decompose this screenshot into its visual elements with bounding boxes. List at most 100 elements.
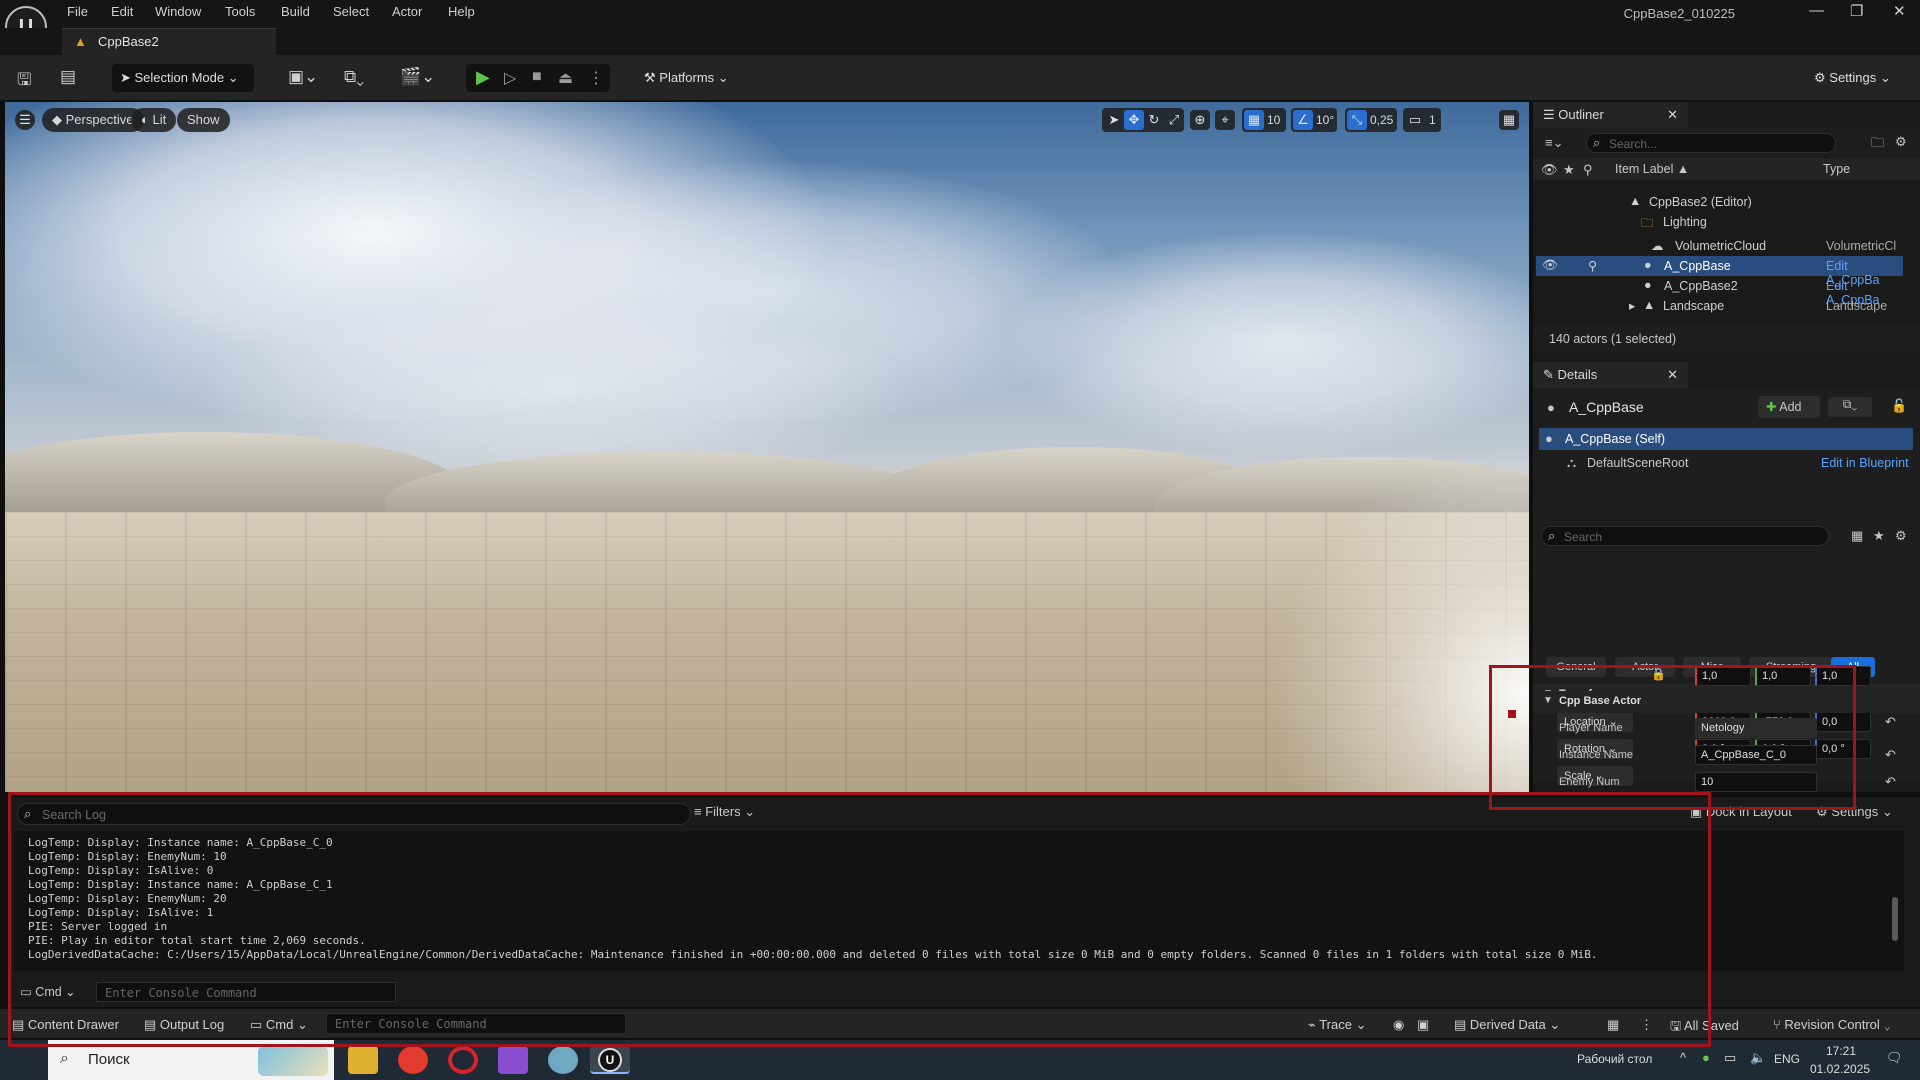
close-icon[interactable]: ✕ (1893, 2, 1906, 20)
opera-icon[interactable] (448, 1046, 478, 1074)
step-icon[interactable]: ▷ (504, 68, 516, 88)
table-view-icon[interactable]: ▦ (1851, 528, 1863, 544)
lock-icon[interactable]: 🔓 (1891, 398, 1907, 414)
play-controls: ▶ ▷ ■ ⏏ ⋮ (466, 64, 610, 92)
notifications-icon[interactable]: 🗨 (1886, 1050, 1903, 1066)
menu-build[interactable]: Build (281, 4, 310, 19)
blueprint-options-icon[interactable]: ⧉⌄ (1828, 397, 1872, 417)
select-icon[interactable]: ➤ (1104, 110, 1124, 130)
outliner-tab[interactable]: ☰ Outliner ✕ (1533, 102, 1688, 128)
root-component-row[interactable]: ⛬ DefaultSceneRoot Edit in Blueprint (1539, 452, 1913, 474)
platforms-icon: ⚒ (644, 70, 660, 85)
close-icon[interactable]: ✕ (1667, 367, 1678, 383)
self-component-row[interactable]: ● A_CppBase (Self) (1539, 428, 1913, 450)
surface-snap-icon[interactable]: ⌖ (1215, 110, 1235, 130)
menu-file[interactable]: File (67, 4, 88, 19)
visual-studio-icon[interactable] (498, 1046, 528, 1074)
outliner-row[interactable]: ▸ ▲ Landscape Landscape (1533, 296, 1903, 316)
desktop-label[interactable]: Рабочий стол (1577, 1052, 1652, 1066)
col-item-label[interactable]: Item Label ▲ (1615, 162, 1689, 176)
rotate-icon[interactable]: ↻ (1144, 110, 1164, 130)
angle-snap-group[interactable]: ∠ 10° (1291, 108, 1337, 132)
world-space-icon[interactable]: ⊕ (1190, 110, 1210, 130)
outliner-row[interactable]: ▲ CppBase2 (Editor) (1533, 192, 1903, 212)
browse-icon[interactable]: ▤ (60, 67, 76, 87)
selection-mode-button[interactable]: ➤ Selection Mode ⌄ (112, 64, 254, 92)
cloud (1005, 232, 1529, 452)
outliner-row[interactable]: ☁ VolumetricCloud VolumetricCl (1533, 236, 1903, 256)
language-indicator[interactable]: ENG (1774, 1052, 1800, 1066)
visibility-icon[interactable]: 👁 (1542, 258, 1558, 273)
settings-button[interactable]: ⚙ Settings ⌄ (1806, 64, 1902, 92)
show-button[interactable]: Show (177, 108, 230, 132)
add-actor-icon[interactable]: ▣⌄ (288, 67, 318, 87)
edit-in-blueprint-link[interactable]: Edit in Blueprint (1821, 456, 1909, 470)
outliner-row-selected[interactable]: 👁 ⚲ ● A_CppBase Edit A_CppBa (1536, 256, 1903, 287)
reset-icon[interactable]: ↶ (1885, 774, 1896, 790)
taskbar-search-label: Поиск (88, 1051, 130, 1068)
perspective-button[interactable]: ◆ Perspective (42, 108, 144, 132)
minimize-icon[interactable]: — (1809, 2, 1824, 19)
revision-control-button[interactable]: ⑂ Revision Control ⌄ (1773, 1017, 1891, 1032)
clock-date[interactable]: 01.02.2025 (1810, 1062, 1870, 1076)
menu-help[interactable]: Help (448, 4, 475, 19)
save-icon[interactable]: 🖫 (17, 67, 31, 96)
expand-arrow-icon[interactable]: ▸ (1629, 298, 1635, 313)
col-type[interactable]: Type (1823, 162, 1850, 176)
shield-icon[interactable]: ● (1702, 1050, 1710, 1065)
filter-icon[interactable]: ≡⌄ (1545, 135, 1563, 151)
star-icon[interactable]: ★ (1873, 528, 1885, 544)
scale-snap-group[interactable]: ⤡ 0,25 (1345, 108, 1397, 132)
camera-speed-group[interactable]: ▭ 1 (1403, 108, 1441, 132)
hamburger-menu-icon[interactable]: ☰ (15, 110, 35, 130)
level-viewport[interactable]: ☰ ◆ Perspective ◐ Lit Show ➤ ✥ ↻ ⤢ ⊕ ⌖ ▦… (5, 102, 1529, 792)
lit-button[interactable]: ◐ Lit (131, 108, 177, 132)
outliner-search-input[interactable]: ⌕ Search... (1586, 133, 1836, 153)
details-search-input[interactable]: ⌕ Search (1541, 526, 1829, 546)
restore-icon[interactable]: ❐ (1850, 2, 1863, 20)
volume-icon[interactable]: 🔈 (1750, 1050, 1766, 1066)
stop-icon[interactable]: ■ (532, 68, 542, 86)
blueprint-icon[interactable]: ⧉⌄ (344, 67, 364, 87)
details-tab[interactable]: ✎ Details ✕ (1533, 362, 1688, 388)
scale-icon[interactable]: ⤢ (1164, 110, 1184, 130)
gear-icon[interactable]: ⚙ (1895, 528, 1907, 544)
cinematics-icon[interactable]: 🎬⌄ (400, 67, 435, 87)
add-component-button[interactable]: ✚ Add (1758, 396, 1820, 418)
close-icon[interactable]: ✕ (1667, 107, 1678, 123)
scale-snap-icon: ⤡ (1347, 110, 1367, 130)
menu-tools[interactable]: Tools (225, 4, 255, 19)
gear-icon: ⚙ (1814, 70, 1830, 85)
outliner-row[interactable]: 🗀 Lighting (1533, 212, 1903, 232)
menu-select[interactable]: Select (333, 4, 369, 19)
document-tab[interactable]: ▲ CppBase2 (62, 28, 276, 55)
show-label: Show (187, 112, 220, 127)
menu-edit[interactable]: Edit (111, 4, 133, 19)
chevron-up-icon[interactable]: ^ (1680, 1050, 1686, 1065)
platforms-button[interactable]: ⚒ Platforms ⌄ (636, 64, 744, 92)
unreal-editor-task-icon[interactable]: U (590, 1046, 630, 1074)
grid-snap-group[interactable]: ▦ 10 (1242, 108, 1286, 132)
outliner-row[interactable]: ● A_CppBase2 Edit A_CppBa (1533, 276, 1903, 307)
more-options-icon[interactable]: ⋮ (588, 68, 604, 88)
menu-actor[interactable]: Actor (392, 4, 422, 19)
pencil-icon: ✎ (1543, 367, 1558, 382)
clock-time[interactable]: 17:21 (1826, 1044, 1856, 1058)
app-icon[interactable] (548, 1046, 578, 1074)
translate-icon[interactable]: ✥ (1124, 110, 1144, 130)
log-scrollbar[interactable] (1892, 897, 1898, 941)
star-icon: ★ (1563, 162, 1575, 177)
reset-icon[interactable]: ↶ (1885, 747, 1896, 763)
file-explorer-icon[interactable] (348, 1046, 378, 1074)
add-folder-icon[interactable]: 🗀 (1871, 134, 1884, 156)
chevron-down-icon: ⌄ (1878, 804, 1893, 819)
menu-window[interactable]: Window (155, 4, 201, 19)
gear-icon[interactable]: ⚙ (1895, 134, 1907, 150)
actor-icon: ● (1644, 258, 1652, 272)
reset-icon[interactable]: ↶ (1885, 714, 1896, 730)
network-icon[interactable]: ▭ (1724, 1050, 1736, 1066)
layout-icon[interactable]: ▦ (1499, 110, 1519, 130)
play-icon[interactable]: ▶ (476, 67, 490, 88)
eject-icon[interactable]: ⏏ (558, 68, 573, 88)
yandex-browser-icon[interactable] (398, 1046, 428, 1074)
